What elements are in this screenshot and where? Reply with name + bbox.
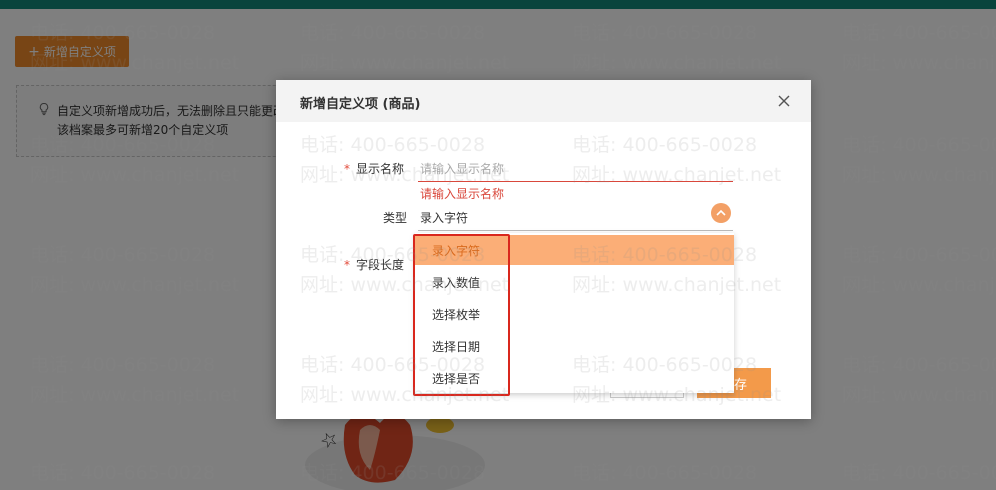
display-name-label: * 显示名称 (344, 162, 405, 176)
dialog-header: 新增自定义项 (商品) (276, 80, 811, 122)
required-mark: * (344, 258, 350, 272)
type-underline (418, 230, 733, 231)
display-name-input[interactable]: 请输入显示名称 (420, 160, 504, 177)
field-length-label: * 字段长度 (344, 258, 405, 272)
type-label: 类型 (383, 211, 408, 225)
annotation-highlight-box (413, 234, 510, 396)
type-select-toggle[interactable] (711, 203, 731, 223)
chevron-up-icon (716, 209, 726, 216)
display-name-underline (418, 181, 733, 182)
display-name-error: 请输入显示名称 (420, 187, 505, 201)
close-icon[interactable] (777, 94, 791, 108)
dialog-title: 新增自定义项 (商品) (300, 97, 421, 112)
required-mark: * (344, 162, 350, 176)
type-select[interactable]: 录入字符 (420, 209, 468, 226)
